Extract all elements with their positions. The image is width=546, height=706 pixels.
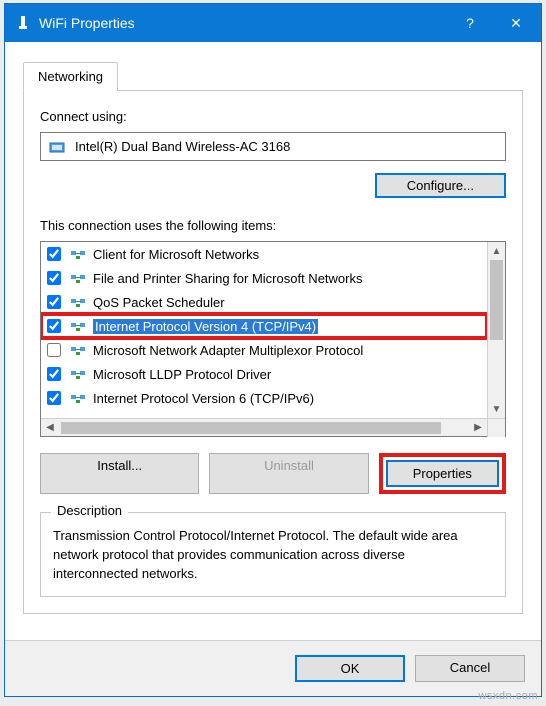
cancel-button[interactable]: Cancel bbox=[415, 655, 525, 682]
network-component-icon bbox=[69, 343, 87, 357]
wifi-icon bbox=[15, 14, 31, 33]
network-component-icon bbox=[69, 367, 87, 381]
nic-icon bbox=[49, 140, 67, 154]
list-item[interactable]: Internet Protocol Version 4 (TCP/IPv4) bbox=[41, 314, 487, 338]
item-checkbox[interactable] bbox=[47, 343, 61, 357]
properties-button[interactable]: Properties bbox=[386, 460, 499, 487]
item-checkbox[interactable] bbox=[47, 247, 61, 261]
item-label: File and Printer Sharing for Microsoft N… bbox=[93, 271, 362, 286]
items-listbox[interactable]: Client for Microsoft Networks File and Pr… bbox=[40, 241, 506, 437]
uninstall-button: Uninstall bbox=[209, 453, 368, 494]
list-item[interactable]: File and Printer Sharing for Microsoft N… bbox=[41, 266, 487, 290]
item-checkbox[interactable] bbox=[47, 295, 61, 309]
item-label: Internet Protocol Version 4 (TCP/IPv4) bbox=[93, 319, 318, 334]
dialog-footer: OK Cancel bbox=[5, 640, 541, 696]
window-title: WiFi Properties bbox=[39, 15, 447, 31]
list-item[interactable]: QoS Packet Scheduler bbox=[41, 290, 487, 314]
description-title: Description bbox=[51, 503, 128, 518]
scroll-down-icon[interactable]: ▼ bbox=[488, 400, 505, 418]
properties-highlight: Properties bbox=[379, 453, 506, 494]
network-component-icon bbox=[69, 295, 87, 309]
ok-button[interactable]: OK bbox=[295, 655, 405, 682]
item-label: Internet Protocol Version 6 (TCP/IPv6) bbox=[93, 391, 314, 406]
scroll-left-icon[interactable]: ◀ bbox=[41, 422, 59, 433]
watermark: wsxdn.com bbox=[478, 690, 538, 702]
titlebar: WiFi Properties ? ✕ bbox=[5, 4, 541, 42]
list-item[interactable]: Internet Protocol Version 6 (TCP/IPv6) bbox=[41, 386, 487, 410]
item-label: Microsoft LLDP Protocol Driver bbox=[93, 367, 271, 382]
configure-button[interactable]: Configure... bbox=[375, 173, 506, 198]
close-button[interactable]: ✕ bbox=[493, 4, 539, 42]
network-component-icon bbox=[69, 247, 87, 261]
network-component-icon bbox=[69, 391, 87, 405]
items-label: This connection uses the following items… bbox=[40, 218, 506, 233]
item-checkbox[interactable] bbox=[47, 391, 61, 405]
adapter-field: Intel(R) Dual Band Wireless-AC 3168 bbox=[40, 132, 506, 161]
scroll-right-icon[interactable]: ▶ bbox=[469, 422, 487, 433]
connect-using-label: Connect using: bbox=[40, 109, 506, 124]
horizontal-scrollbar[interactable]: ◀ ▶ bbox=[41, 418, 505, 436]
networking-panel: Connect using: Intel(R) Dual Band Wirele… bbox=[23, 90, 523, 614]
item-checkbox[interactable] bbox=[47, 367, 61, 381]
client-area: Networking Connect using: Intel(R) Dual … bbox=[5, 42, 541, 640]
list-item[interactable]: Client for Microsoft Networks bbox=[41, 242, 487, 266]
network-component-icon bbox=[69, 319, 87, 333]
item-checkbox[interactable] bbox=[47, 271, 61, 285]
item-label: Microsoft Network Adapter Multiplexor Pr… bbox=[93, 343, 363, 358]
wifi-properties-dialog: WiFi Properties ? ✕ Networking Connect u… bbox=[4, 3, 542, 697]
item-checkbox[interactable] bbox=[47, 319, 61, 333]
item-label: Client for Microsoft Networks bbox=[93, 247, 259, 262]
hscroll-thumb[interactable] bbox=[61, 422, 441, 434]
install-button[interactable]: Install... bbox=[40, 453, 199, 494]
item-label: QoS Packet Scheduler bbox=[93, 295, 225, 310]
scroll-up-icon[interactable]: ▲ bbox=[488, 242, 505, 260]
vertical-scrollbar[interactable]: ▲ ▼ bbox=[487, 242, 505, 418]
scroll-thumb[interactable] bbox=[490, 260, 503, 340]
network-component-icon bbox=[69, 271, 87, 285]
description-text: Transmission Control Protocol/Internet P… bbox=[53, 527, 493, 584]
tab-networking[interactable]: Networking bbox=[23, 62, 118, 91]
adapter-name: Intel(R) Dual Band Wireless-AC 3168 bbox=[75, 139, 290, 154]
list-item[interactable]: Microsoft Network Adapter Multiplexor Pr… bbox=[41, 338, 487, 362]
help-button[interactable]: ? bbox=[447, 4, 493, 42]
description-group: Description Transmission Control Protoco… bbox=[40, 512, 506, 597]
list-item[interactable]: Microsoft LLDP Protocol Driver bbox=[41, 362, 487, 386]
